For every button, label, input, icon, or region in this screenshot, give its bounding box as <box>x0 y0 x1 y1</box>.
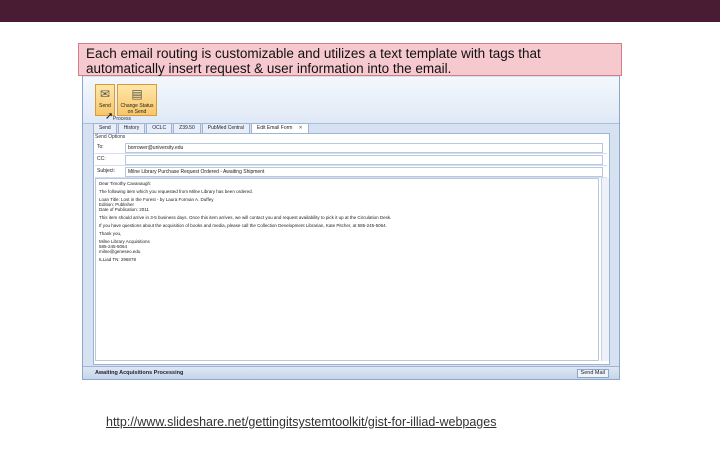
body-paragraph: Loan Title: Lost in the Forest - by Laur… <box>99 197 214 212</box>
envelope-icon: ✉ <box>99 87 111 101</box>
change-status-label: Change Status on Send <box>120 103 154 115</box>
email-body-textarea[interactable]: Dear Timothy Cavanaugh: The following it… <box>95 178 599 361</box>
cc-field[interactable] <box>125 155 603 165</box>
tab-edit-email-form[interactable]: Edit Email Form ✕ <box>250 123 309 133</box>
illiad-email-window: ✉ Send ▤ Change Status on Send ➚ Process… <box>82 70 620 380</box>
body-paragraph: The following item which you requested f… <box>99 189 253 194</box>
close-tab-icon[interactable]: ✕ <box>298 125 302 131</box>
ribbon-toolbar: ✉ Send ▤ Change Status on Send ➚ Process <box>83 77 619 124</box>
status-icon: ▤ <box>131 87 143 101</box>
send-button-label: Send <box>99 103 111 109</box>
tab-send[interactable]: Send <box>93 123 117 133</box>
status-bar: Awaiting Acquisitions Processing Send Ma… <box>83 366 619 379</box>
body-paragraph: This item should arrive in 3-5 business … <box>99 215 392 220</box>
cc-label: CC: <box>97 156 106 162</box>
tab-strip: Send History OCLC Z39.50 PubMed Central … <box>93 123 309 133</box>
source-link[interactable]: http://www.slideshare.net/gettingitsyste… <box>106 415 496 429</box>
to-field[interactable]: borrower@university.edu <box>125 143 603 153</box>
email-form-panel: Send Options To: borrower@university.edu… <box>93 133 610 365</box>
slide-header-bar <box>0 0 720 22</box>
body-scrollbar[interactable] <box>601 178 609 361</box>
send-mail-button[interactable]: Send Mail <box>576 369 609 378</box>
subject-row: Subject: Milne Library Purchase Request … <box>95 165 607 178</box>
tab-oclc[interactable]: OCLC <box>146 123 173 133</box>
subject-label: Subject: <box>97 168 116 174</box>
body-paragraph: Milne Library Acquisitions 585-245-5064 … <box>99 239 150 254</box>
send-options-label: Send Options <box>95 134 126 140</box>
body-paragraph: If you have questions about the acquisit… <box>99 223 387 228</box>
ribbon-group-label: Process <box>113 116 132 122</box>
body-paragraph: Thank you, <box>99 231 122 236</box>
tab-history[interactable]: History <box>117 123 146 133</box>
tab-edit-email-label: Edit Email Form <box>256 125 293 131</box>
change-status-button[interactable]: ▤ Change Status on Send <box>117 84 157 116</box>
subject-field[interactable]: Milne Library Purchase Request Ordered -… <box>125 167 603 177</box>
callout-note: Each email routing is customizable and u… <box>78 43 622 76</box>
body-paragraph: Dear Timothy Cavanaugh: <box>99 181 152 186</box>
tab-z3950[interactable]: Z39.50 <box>173 123 201 133</box>
queue-status: Awaiting Acquisitions Processing <box>95 370 184 376</box>
to-label: To: <box>97 144 104 150</box>
body-paragraph: ILLiad TN: 296878 <box>99 257 136 262</box>
tab-pubmed[interactable]: PubMed Central <box>201 123 250 133</box>
